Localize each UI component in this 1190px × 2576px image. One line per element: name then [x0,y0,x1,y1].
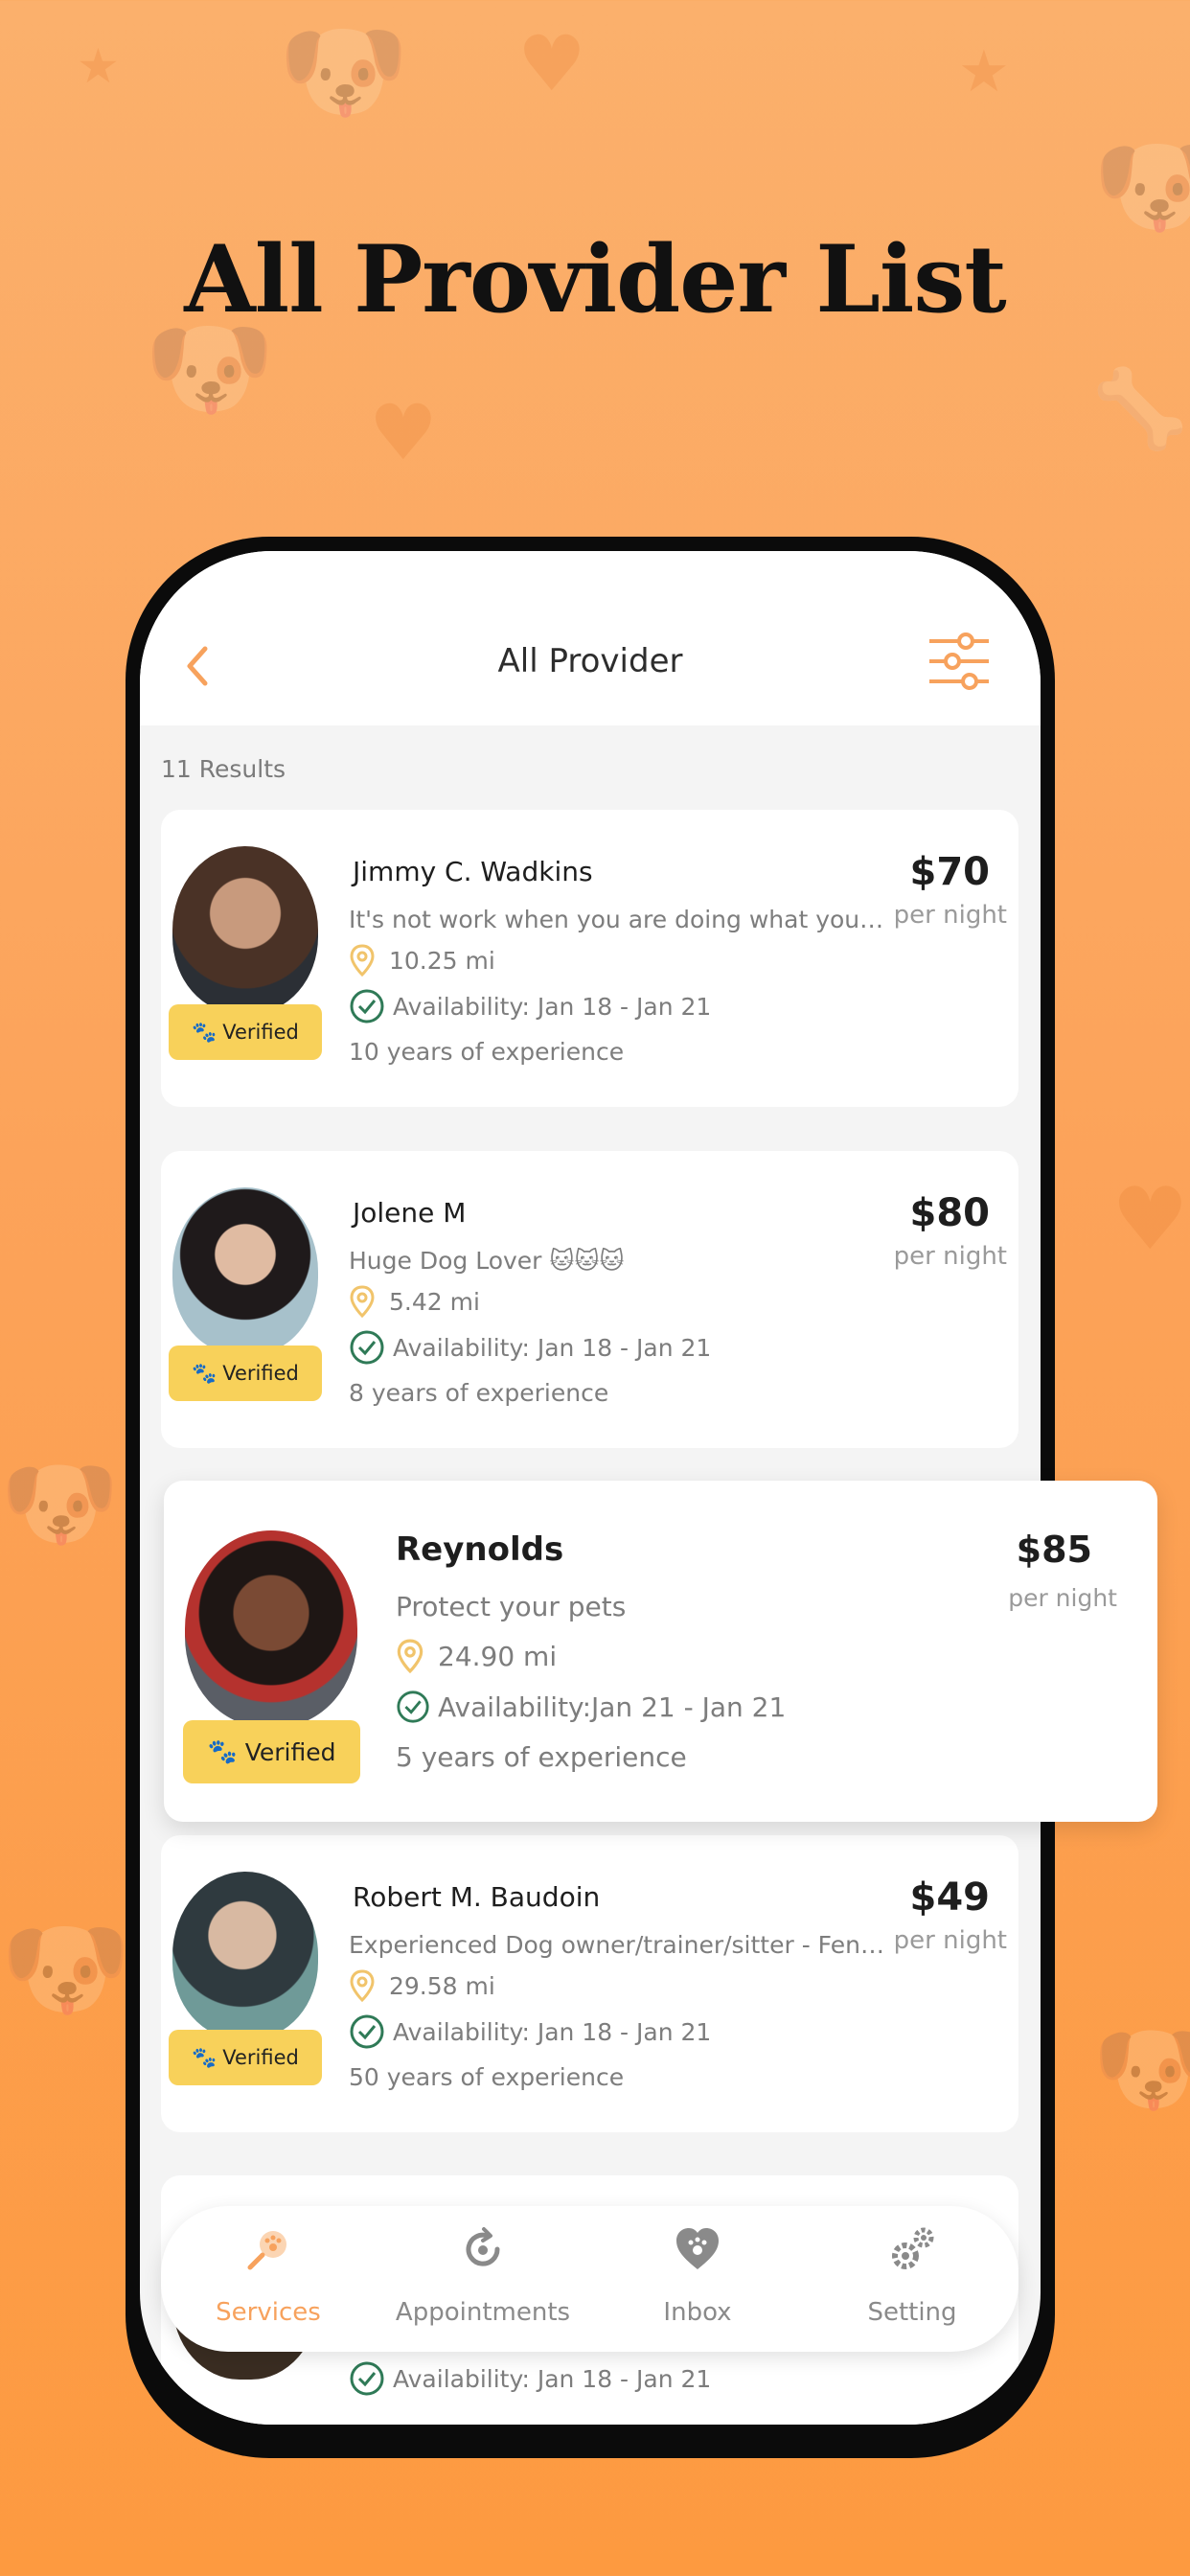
provider-description: Protect your pets [396,1591,627,1622]
star-icon: ★ [958,38,1010,105]
provider-price: $85 [1016,1529,1092,1571]
gears-icon [892,2227,934,2269]
provider-availability: Availability: Jan 18 - Jan 21 [349,1329,711,1366]
tab-label: Setting [867,2298,957,2327]
provider-card[interactable]: 🐾 Verified Robert M. Baudoin Experienced… [161,1835,1018,2132]
check-circle-icon [350,2014,384,2049]
verified-label: Verified [222,1021,299,1044]
provider-experience: 50 years of experience [349,2063,625,2091]
verified-badge: 🐾 Verified [169,2030,322,2085]
results-count: 11 Results [161,755,286,783]
location-pin-icon [350,1969,375,2002]
provider-distance: 5.42 mi [349,1285,480,1318]
calendar-refresh-icon [466,2227,500,2266]
availability-value: Availability: Jan 18 - Jan 21 [393,2364,712,2393]
paw-icon: 🐾 [207,1737,238,1765]
distance-value: 24.90 mi [438,1640,558,1672]
dog-face-icon: 🐶 [0,1907,131,2030]
check-circle-icon [350,2361,384,2396]
tab-setting[interactable]: Setting [805,2206,1019,2352]
tab-services[interactable]: Services [161,2206,376,2352]
availability-value: Availability: Jan 18 - Jan 21 [393,2017,712,2046]
heart-icon: ♥ [1111,1169,1189,1270]
dog-face-icon: 🐶 [1092,2012,1190,2125]
verified-badge: 🐾 Verified [169,1004,322,1060]
check-circle-icon [350,989,384,1024]
availability-value: Availability:Jan 21 - Jan 21 [438,1690,787,1723]
provider-availability: Availability:Jan 21 - Jan 21 [396,1690,786,1724]
tab-appointments[interactable]: Appointments [376,2206,590,2352]
heart-icon: ♥ [369,388,438,477]
page-title: All Provider [497,642,683,680]
distance-value: 29.58 mi [389,1971,495,2000]
dog-face-icon: 🐶 [0,1447,120,1559]
provider-card[interactable]: 🐾 Verified Jolene M Huge Dog Lover 🐱🐱🐱 5… [161,1151,1018,1448]
provider-price: $49 [909,1875,991,1920]
location-pin-icon [350,1285,375,1318]
distance-value: 5.42 mi [389,1287,480,1316]
provider-distance: 24.90 mi [396,1639,557,1673]
availability-value: Availability: Jan 18 - Jan 21 [393,1333,712,1362]
provider-availability: Availability: Jan 18 - Jan 21 [349,2360,711,2397]
heart-paw-icon [676,2228,719,2269]
verified-badge: 🐾 Verified [183,1720,360,1783]
provider-availability: Availability: Jan 18 - Jan 21 [349,988,711,1024]
paw-icon: 🐾 [192,1020,217,1044]
price-unit: per night [893,901,1007,930]
verified-label: Verified [222,2046,299,2069]
price-unit: per night [893,1242,1007,1271]
verified-label: Verified [244,1737,336,1766]
location-pin-icon [350,944,375,977]
provider-avatar [172,1872,318,2039]
star-icon: ★ [77,38,120,94]
provider-distance: 10.25 mi [349,944,495,977]
provider-name: Robert M. Baudoin [353,1881,601,1913]
dog-face-icon: 🐶 [278,10,409,132]
provider-price: $80 [909,1191,991,1235]
provider-description: It's not work when you are doing what yo… [349,906,885,933]
tab-label: Inbox [663,2298,732,2327]
provider-avatar [185,1530,357,1727]
bottom-tab-bar: Services Appointments Inbox Setting [161,2206,1018,2352]
provider-experience: 8 years of experience [349,1379,609,1407]
price-unit: per night [893,1926,1007,1955]
check-circle-icon [397,1690,429,1723]
verified-label: Verified [222,1362,299,1385]
tab-label: Services [216,2298,321,2327]
provider-experience: 10 years of experience [349,1038,625,1066]
tab-inbox[interactable]: Inbox [590,2206,805,2352]
provider-card[interactable]: 🐾 Verified Jimmy C. Wadkins It's not wor… [161,810,1018,1107]
provider-avatar [172,1187,318,1355]
bone-icon: 🦴 [1092,364,1188,453]
paw-icon: 🐾 [192,2045,217,2069]
provider-description: Experienced Dog owner/trainer/sitter - F… [349,1931,885,1959]
paw-icon: 🐾 [192,1361,217,1385]
provider-name: Jimmy C. Wadkins [353,856,593,887]
page-headline: All Provider List [184,225,1006,334]
distance-value: 10.25 mi [389,946,495,975]
heart-icon: ♥ [517,19,586,108]
paw-search-icon [247,2231,286,2270]
provider-name: Reynolds [396,1530,564,1569]
provider-description: Huge Dog Lover 🐱🐱🐱 [349,1247,625,1275]
provider-availability: Availability: Jan 18 - Jan 21 [349,2013,711,2050]
check-circle-icon [350,1330,384,1365]
filter-sliders-icon[interactable] [926,628,993,695]
provider-distance: 29.58 mi [349,1969,495,2002]
provider-avatar [172,846,318,1014]
location-pin-icon [397,1639,423,1673]
availability-value: Availability: Jan 18 - Jan 21 [393,992,712,1021]
provider-name: Jolene M [353,1197,467,1229]
top-navigation-bar: All Provider [140,551,1041,725]
provider-card-highlighted[interactable]: 🐾 Verified Reynolds Protect your pets 24… [164,1481,1157,1822]
price-unit: per night [1008,1584,1117,1612]
provider-price: $70 [909,850,991,894]
tab-label: Appointments [395,2298,571,2327]
provider-experience: 5 years of experience [396,1741,687,1773]
verified-badge: 🐾 Verified [169,1346,322,1401]
